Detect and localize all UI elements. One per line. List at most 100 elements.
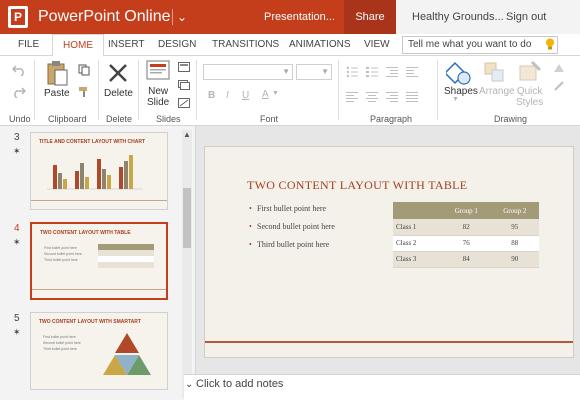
shape-fill-icon[interactable]	[552, 62, 566, 74]
user-area: Healthy Grounds... Sign out	[396, 0, 580, 34]
table-header-cell: Group 2	[490, 202, 539, 219]
delete-icon[interactable]	[107, 62, 129, 84]
slide-title[interactable]: TWO CONTENT LAYOUT WITH TABLE	[247, 178, 467, 193]
notes-placeholder[interactable]: Click to add notes	[196, 378, 283, 390]
redo-icon[interactable]	[12, 86, 26, 98]
group-label-slides: Slides	[156, 114, 181, 124]
notes-pane[interactable]: ⌄ Click to add notes	[184, 374, 580, 400]
group-label-drawing: Drawing	[494, 114, 528, 124]
slide-thumbnail-5[interactable]: TWO CONTENT LAYOUT WITH SMARTART First b…	[30, 312, 168, 390]
layout-icon[interactable]	[178, 62, 190, 72]
copy-icon[interactable]	[78, 64, 90, 76]
format-painter-icon[interactable]	[78, 86, 90, 98]
table-cell: 82	[442, 219, 491, 236]
arrange-button[interactable]: Arrange	[479, 86, 515, 97]
slide-thumbnail-3[interactable]: TITLE AND CONTENT LAYOUT WITH CHART	[30, 132, 168, 210]
bullet-list[interactable]: First bullet point here Second bullet po…	[249, 204, 399, 258]
table-header-cell: Group 1	[442, 202, 491, 219]
table-cell: Class 3	[393, 251, 443, 268]
group-label-font: Font	[260, 114, 279, 124]
quick-styles-icon[interactable]	[518, 60, 544, 84]
group-label-clipboard: Clipboard	[48, 114, 87, 124]
bold-icon[interactable]: B	[208, 90, 215, 101]
current-slide[interactable]: TWO CONTENT LAYOUT WITH TABLE First bull…	[204, 146, 574, 358]
new-slide-label-1: New	[148, 86, 169, 97]
slide-number: 5	[14, 313, 20, 324]
thumbnail-title: TITLE AND CONTENT LAYOUT WITH CHART	[39, 139, 146, 145]
title-bar: P PowerPoint Online ⌄ Presentation... Sh…	[0, 0, 580, 34]
tab-home[interactable]: HOME	[52, 34, 104, 57]
shapes-icon[interactable]	[446, 60, 472, 86]
shape-outline-icon[interactable]	[552, 80, 566, 92]
tab-design[interactable]: DESIGN	[158, 34, 196, 56]
tab-animations[interactable]: ANIMATIONS	[289, 34, 350, 56]
table-cell: 84	[442, 251, 491, 268]
bullet-item: Third bullet point here	[249, 240, 399, 258]
bullet-item: Second bullet point here	[249, 222, 399, 240]
thumbnail-bullet: Third bullet point here	[43, 347, 77, 351]
table-row: Class 3 84 90	[393, 251, 539, 268]
italic-icon[interactable]: I	[226, 90, 229, 101]
new-slide-icon[interactable]	[146, 60, 170, 80]
scroll-up-icon[interactable]: ▲	[182, 130, 192, 140]
thumbnail-band	[32, 289, 166, 290]
thumbnail-band	[31, 200, 167, 201]
data-table[interactable]: Group 1 Group 2 Class 1 82 95 Class 2 76…	[393, 202, 539, 268]
tab-view[interactable]: VIEW	[364, 34, 390, 56]
list-icons[interactable]	[346, 66, 426, 78]
thumbnail-bullet: Second bullet point here	[43, 341, 81, 345]
shapes-button[interactable]: Shapes	[444, 86, 478, 97]
divider	[34, 60, 35, 120]
thumbnail-scrollbar[interactable]: ▲	[182, 130, 192, 398]
font-color-icon[interactable]: A	[262, 89, 269, 100]
tab-transitions[interactable]: TRANSITIONS	[212, 34, 279, 56]
new-slide-button[interactable]: New Slide	[147, 86, 169, 108]
thumbnail-title: TWO CONTENT LAYOUT WITH SMARTART	[39, 319, 141, 325]
group-label-delete: Delete	[106, 114, 133, 124]
slide-editor: TWO CONTENT LAYOUT WITH TABLE First bull…	[196, 126, 580, 374]
document-name[interactable]: Presentation...	[264, 11, 335, 23]
animation-star-icon: ✶	[13, 146, 21, 156]
powerpoint-logo-icon[interactable]: P	[8, 6, 28, 28]
hide-slide-icon[interactable]	[178, 98, 190, 108]
bullet-item: First bullet point here	[249, 204, 399, 222]
paste-icon[interactable]	[46, 60, 68, 86]
divider	[196, 60, 197, 120]
signout-link[interactable]: Sign out	[506, 11, 546, 23]
duplicate-slide-icon[interactable]	[178, 80, 190, 90]
tab-file[interactable]: FILE	[18, 34, 39, 56]
thumbnail-chart	[47, 155, 143, 190]
font-family-dropdown[interactable]: ▼	[203, 64, 293, 80]
thumbnail-bullet: Second bullet point here	[44, 252, 82, 256]
table-header-row: Group 1 Group 2	[393, 202, 539, 219]
group-label-undo: Undo	[9, 114, 31, 124]
quick-styles-label-2: Styles	[516, 97, 544, 108]
undo-icon[interactable]	[12, 64, 26, 76]
chevron-down-icon[interactable]: ▼	[452, 96, 459, 103]
table-cell: 76	[442, 235, 491, 252]
underline-icon[interactable]: U	[242, 90, 249, 101]
chevron-down-icon[interactable]: ⌄	[172, 9, 187, 25]
paste-button[interactable]: Paste	[44, 88, 70, 99]
tell-me-input[interactable]: Tell me what you want to do	[402, 36, 558, 54]
tab-insert[interactable]: INSERT	[108, 34, 145, 56]
animation-star-icon: ✶	[13, 327, 21, 337]
thumbnail-bullet: First bullet point here	[44, 246, 77, 250]
align-icons[interactable]	[346, 91, 426, 103]
chevron-down-icon[interactable]: ⌄	[185, 379, 193, 390]
arrange-icon[interactable]	[484, 62, 504, 82]
slide-thumbnail-4[interactable]: TWO CONTENT LAYOUT WITH TABLE First bull…	[30, 222, 168, 300]
quick-styles-button[interactable]: Quick Styles	[516, 86, 543, 108]
share-button[interactable]: Share	[344, 0, 396, 34]
table-header-cell	[393, 202, 443, 219]
delete-button[interactable]: Delete	[104, 88, 133, 99]
table-cell: Class 1	[393, 219, 443, 236]
user-name[interactable]: Healthy Grounds...	[412, 11, 504, 23]
app-title[interactable]: PowerPoint Online	[38, 6, 171, 28]
scrollbar-thumb[interactable]	[183, 188, 191, 248]
chevron-down-icon[interactable]: ▼	[272, 90, 279, 97]
thumbnail-bullet: First bullet point here	[43, 335, 76, 339]
lightbulb-icon	[546, 38, 554, 50]
font-size-dropdown[interactable]: ▼	[296, 64, 332, 80]
divider	[138, 60, 139, 120]
